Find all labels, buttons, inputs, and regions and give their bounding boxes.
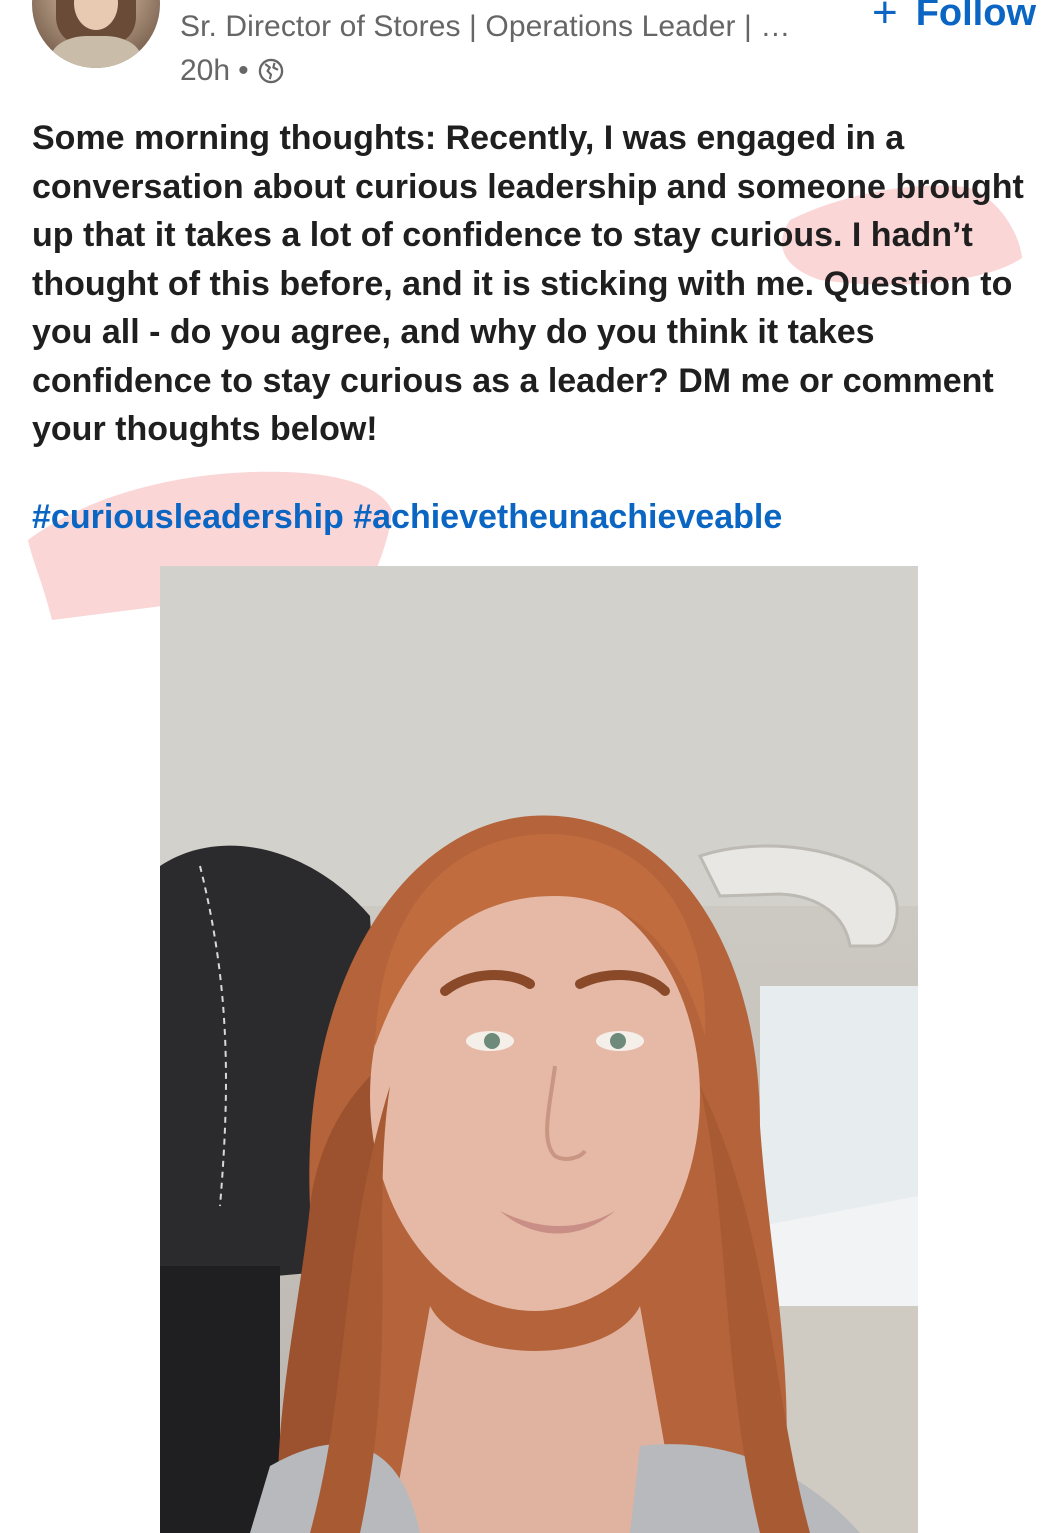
post-body-text: Some morning thoughts: Recently, I was e… — [32, 119, 1024, 448]
hashtag-achievetheunachieveable[interactable]: #achievetheunachieveable — [353, 498, 782, 536]
follow-button[interactable]: + Follow — [872, 0, 1036, 38]
post-meta: 20h • — [180, 54, 285, 88]
hashtag-row: #curiousleadership #achievetheunachievea… — [32, 498, 782, 537]
author-subtitle[interactable]: Sr. Director of Stores | Operations Lead… — [180, 10, 790, 44]
meta-separator: • — [238, 54, 249, 87]
globe-icon — [258, 58, 283, 84]
hashtag-curiousleadership[interactable]: #curiousleadership — [32, 498, 344, 536]
post-video[interactable] — [160, 566, 918, 1533]
video-frame — [160, 566, 918, 1533]
follow-label: Follow — [915, 0, 1037, 34]
avatar-shirt — [50, 36, 142, 68]
post-time: 20h — [180, 54, 231, 87]
author-avatar[interactable] — [32, 0, 160, 68]
plus-icon: + — [872, 0, 898, 37]
